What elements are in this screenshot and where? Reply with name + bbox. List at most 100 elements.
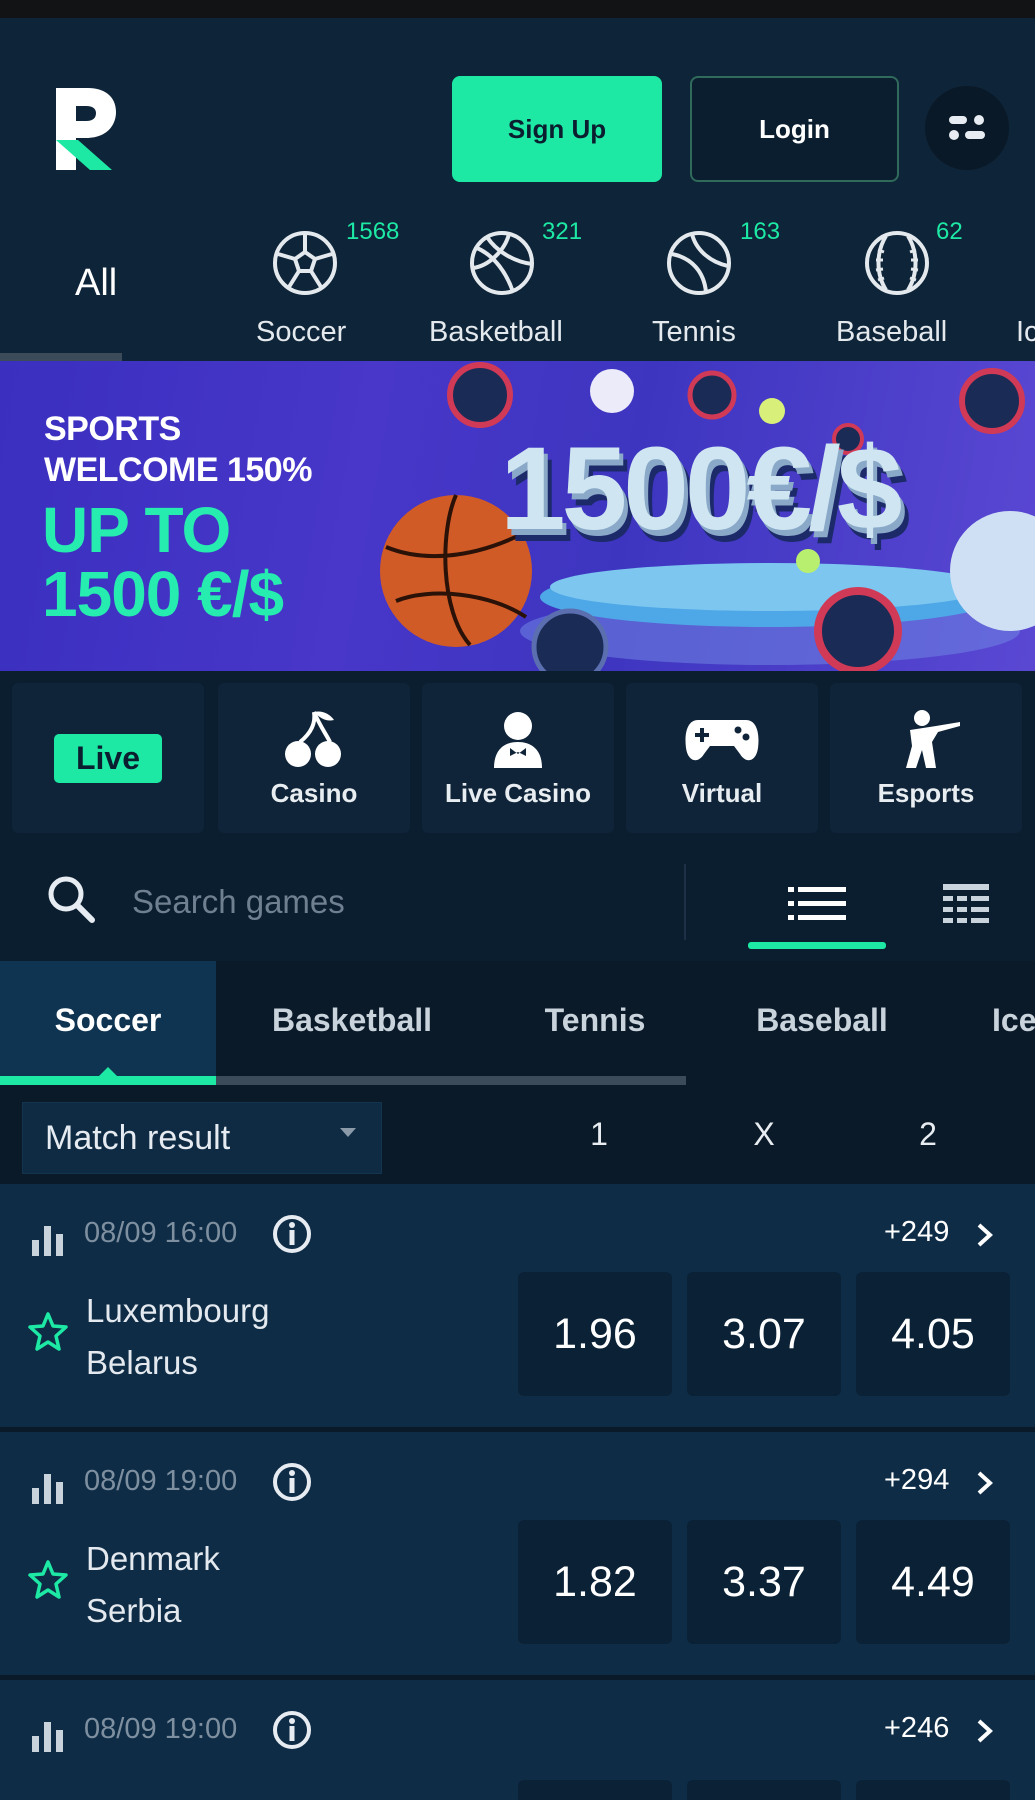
home-team: Luxembourg	[86, 1292, 270, 1329]
sport-item-soccer[interactable]: 1568 Soccer	[234, 206, 399, 361]
banner-line-1: SPORTS	[44, 410, 181, 448]
grid-view-button[interactable]	[918, 862, 1014, 946]
sport-label: Basketball	[429, 316, 563, 348]
category-virtual[interactable]: Virtual	[626, 683, 818, 833]
odd-button-1[interactable]	[518, 1780, 672, 1800]
stats-icon[interactable]	[30, 1718, 66, 1752]
soccer-ball-icon	[273, 231, 337, 295]
odd-button-1[interactable]: 1.96	[518, 1272, 672, 1396]
chevron-down-icon	[340, 1128, 356, 1137]
away-team: Serbia	[86, 1592, 182, 1629]
category-label: Live Casino	[445, 777, 591, 808]
market-select[interactable]: Match result	[22, 1102, 382, 1174]
category-bar: Live Casino Live Casino Virtual Esports	[0, 671, 1035, 846]
soldier-icon	[906, 709, 960, 768]
info-icon[interactable]	[272, 1214, 312, 1254]
sport-count: 1568	[346, 218, 400, 245]
search-input[interactable]	[132, 874, 652, 930]
star-icon[interactable]	[26, 1558, 70, 1602]
tab-soccer[interactable]: Soccer	[0, 961, 216, 1079]
column-header-x: X	[753, 1116, 775, 1152]
search-divider	[684, 864, 686, 940]
more-markets[interactable]: +249	[884, 1216, 949, 1249]
odd-button-x[interactable]: 3.37	[687, 1520, 841, 1644]
category-live-casino[interactable]: Live Casino	[422, 683, 614, 833]
event-time: 08/09 19:00	[84, 1713, 238, 1745]
odd-button-1[interactable]: 1.82	[518, 1520, 672, 1644]
login-button[interactable]: Login	[690, 76, 899, 182]
list-view-button[interactable]	[748, 862, 886, 946]
menu-icon	[949, 115, 985, 140]
stats-icon[interactable]	[30, 1222, 66, 1256]
event-time: 08/09 19:00	[84, 1465, 238, 1497]
category-casino[interactable]: Casino	[218, 683, 410, 833]
odd-button-x[interactable]	[687, 1780, 841, 1800]
tennis-ball-icon	[667, 231, 731, 295]
event-time: 08/09 16:00	[84, 1217, 238, 1249]
sport-tabs: Soccer Basketball Tennis Baseball Ice	[0, 961, 1035, 1086]
category-label: Casino	[270, 777, 358, 808]
promo-banner[interactable]: SPORTS WELCOME 150% UP TO 1500 €/$ 1500€…	[0, 361, 1035, 671]
column-header-1: 1	[590, 1116, 608, 1152]
banner-line-2: WELCOME 150%	[44, 451, 312, 489]
sport-item-ice-hockey[interactable]: Ic	[1014, 206, 1035, 361]
signup-button[interactable]: Sign Up	[452, 76, 662, 182]
chevron-right-icon	[977, 1223, 993, 1247]
status-bar	[0, 0, 1035, 18]
market-row: Match result 1 X 2	[0, 1086, 1035, 1184]
sport-count: 163	[740, 218, 781, 245]
more-markets[interactable]: +294	[884, 1464, 949, 1497]
odd-button-2[interactable]: 4.49	[856, 1520, 1010, 1644]
table-view-icon	[943, 884, 989, 923]
star-icon[interactable]	[26, 1310, 70, 1354]
more-markets[interactable]: +246	[884, 1712, 949, 1745]
category-live[interactable]: Live	[12, 683, 204, 833]
sport-all[interactable]: All	[0, 206, 197, 361]
odd-button-2[interactable]: 4.05	[856, 1272, 1010, 1396]
cherries-icon	[285, 710, 341, 767]
tab-tennis[interactable]: Tennis	[510, 961, 680, 1079]
odd-button-x[interactable]: 3.07	[687, 1272, 841, 1396]
sport-count: 62	[936, 218, 963, 245]
sport-item-tennis[interactable]: 163 Tennis	[640, 206, 780, 361]
chevron-right-icon	[977, 1719, 993, 1743]
sport-item-baseball[interactable]: 62 Baseball	[830, 206, 990, 361]
search-icon	[48, 876, 95, 923]
sport-all-underline	[0, 353, 122, 361]
event-row[interactable]: 08/09 19:00 +294 Denmark Serbia 1.82 3.3…	[0, 1432, 1035, 1677]
odd-button-2[interactable]	[856, 1780, 1010, 1800]
sport-label: Soccer	[256, 316, 347, 348]
tab-basketball[interactable]: Basketball	[236, 961, 468, 1079]
category-esports[interactable]: Esports	[830, 683, 1022, 833]
category-label: Virtual	[681, 777, 763, 808]
banner-line-3: UP TO	[42, 494, 231, 566]
sport-all-label: All	[75, 262, 118, 304]
sport-label: Ic	[1016, 316, 1035, 348]
sport-item-basketball[interactable]: 321 Basketball	[422, 206, 582, 361]
stats-icon[interactable]	[30, 1470, 66, 1504]
gamepad-icon	[685, 719, 759, 760]
basketball-icon	[470, 231, 534, 295]
category-label: Esports	[877, 777, 975, 808]
event-row[interactable]: 08/09 16:00 +249 Luxembourg Belarus 1.96…	[0, 1184, 1035, 1429]
home-team: Denmark	[86, 1540, 220, 1577]
sport-label: Tennis	[652, 316, 736, 348]
event-row[interactable]: 08/09 19:00 +246	[0, 1680, 1035, 1800]
tab-ice-hockey[interactable]: Ice	[992, 961, 1035, 1079]
tabs-scroll-thumb	[0, 1076, 216, 1085]
banner-line-4: 1500 €/$	[42, 558, 284, 630]
info-icon[interactable]	[272, 1462, 312, 1502]
brand-logo[interactable]	[50, 80, 120, 176]
list-icon	[788, 887, 846, 920]
away-team: Belarus	[86, 1344, 198, 1381]
info-icon[interactable]	[272, 1710, 312, 1750]
sport-count: 321	[542, 218, 583, 245]
menu-button[interactable]	[925, 86, 1009, 170]
chevron-right-icon	[977, 1471, 993, 1495]
tab-baseball[interactable]: Baseball	[722, 961, 922, 1079]
header: Sign Up Login	[0, 18, 1035, 206]
live-badge: Live	[53, 733, 163, 783]
baseball-icon	[865, 231, 929, 295]
banner-amount: 1500€/$	[500, 423, 903, 555]
active-tab-pointer	[98, 1067, 118, 1077]
